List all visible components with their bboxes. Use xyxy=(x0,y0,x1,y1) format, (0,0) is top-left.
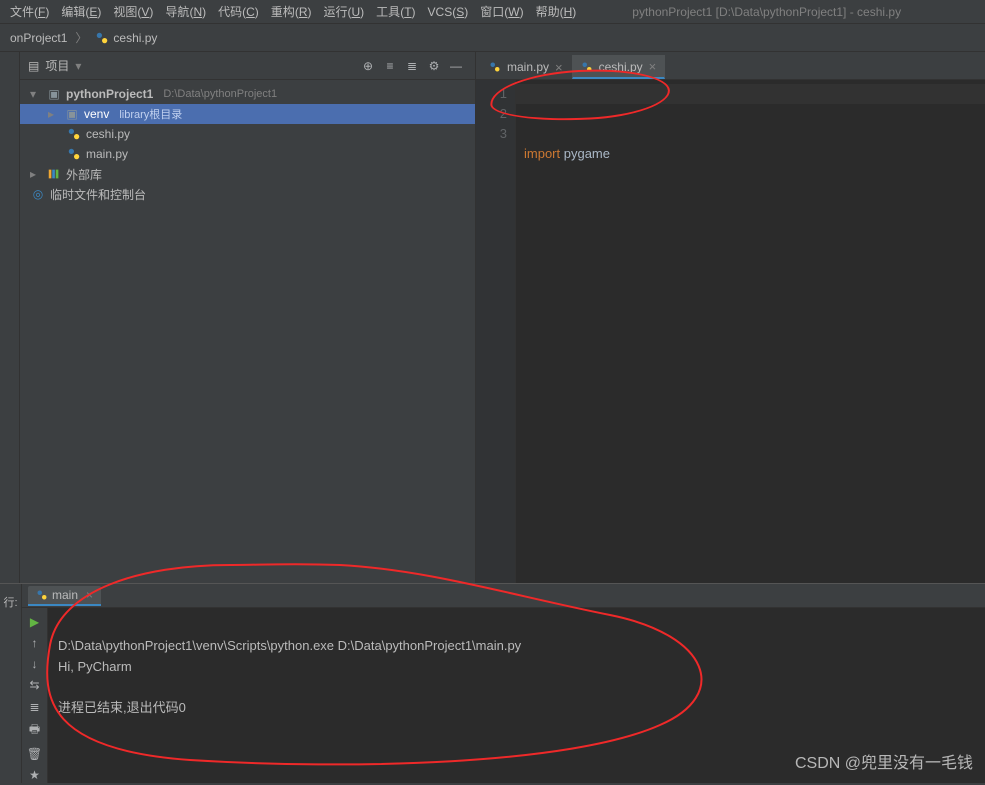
expand-arrow-icon[interactable]: ▸ xyxy=(48,107,60,121)
settings-icon[interactable]: ⚙ xyxy=(423,55,445,77)
editor-tab-main[interactable]: main.py × xyxy=(480,55,572,79)
library-icon xyxy=(46,166,62,182)
tree-file-ceshi[interactable]: ceshi.py xyxy=(20,124,475,144)
run-tab-label: main xyxy=(52,588,78,602)
menu-help[interactable]: 帮助(H) xyxy=(530,1,583,22)
tree-root-path: D:\Data\pythonProject1 xyxy=(163,88,277,100)
python-file-icon xyxy=(489,61,501,73)
run-panel: 行: main × ▶ ↑ ↓ ⇆ ≣ 🖶 🗑 ★ D:\Data\python… xyxy=(0,583,985,783)
current-line-highlight xyxy=(516,84,985,104)
run-header: main × xyxy=(22,584,985,608)
left-tool-stripe[interactable] xyxy=(0,52,20,583)
menu-window[interactable]: 窗口(W) xyxy=(474,1,529,22)
output-line: 进程已结束,退出代码0 xyxy=(58,700,186,715)
rerun-icon[interactable]: ▶ xyxy=(25,614,45,629)
menubar: 文件(F) 编辑(E) 视图(V) 导航(N) 代码(C) 重构(R) 运行(U… xyxy=(0,0,985,24)
run-tab-main[interactable]: main × xyxy=(28,586,101,606)
crumb-file-label: ceshi.py xyxy=(113,31,157,45)
tree-venv-hint: library根目录 xyxy=(119,106,182,122)
run-panel-label[interactable]: 行: xyxy=(0,584,22,783)
line-gutter: 1 2 3 xyxy=(476,80,516,583)
tree-file-label: main.py xyxy=(86,147,128,161)
run-content: main × ▶ ↑ ↓ ⇆ ≣ 🖶 🗑 ★ D:\Data\pythonPro… xyxy=(22,584,985,783)
expand-arrow-icon[interactable]: ▸ xyxy=(30,167,42,181)
crumb-file[interactable]: ceshi.py xyxy=(91,31,161,45)
close-icon[interactable]: × xyxy=(649,59,657,74)
stop-icon[interactable]: ↑ xyxy=(25,635,45,650)
locate-icon[interactable]: ⊕ xyxy=(357,55,379,77)
python-file-icon xyxy=(581,61,593,73)
run-output[interactable]: D:\Data\pythonProject1\venv\Scripts\pyth… xyxy=(48,608,985,783)
line-number: 1 xyxy=(476,84,507,104)
main-area: ▤ 项目 ▾ ⊕ ≡ ≣ ⚙ — ▾ ▣ pythonProject1 D:\D… xyxy=(0,52,985,583)
menu-code[interactable]: 代码(C) xyxy=(212,1,265,22)
tab-label: main.py xyxy=(507,60,549,74)
tree-project-root[interactable]: ▾ ▣ pythonProject1 D:\Data\pythonProject… xyxy=(20,84,475,104)
menu-file[interactable]: 文件(F) xyxy=(4,1,55,22)
tree-scratch-label: 临时文件和控制台 xyxy=(50,186,146,203)
editor-tab-ceshi[interactable]: ceshi.py × xyxy=(572,55,666,79)
menu-vcs[interactable]: VCS(S) xyxy=(422,3,475,21)
tree-file-main[interactable]: main.py xyxy=(20,144,475,164)
line-number: 3 xyxy=(476,124,507,144)
expand-arrow-icon[interactable]: ▾ xyxy=(30,87,42,101)
python-file-icon xyxy=(66,126,82,142)
menu-tools[interactable]: 工具(T) xyxy=(370,1,421,22)
tree-external-libs[interactable]: ▸ 外部库 xyxy=(20,164,475,184)
editor-tabbar: main.py × ceshi.py × xyxy=(476,52,985,80)
close-icon[interactable]: × xyxy=(555,60,563,75)
editor-area: main.py × ceshi.py × 1 2 3 import pygame xyxy=(476,52,985,583)
window-title: pythonProject1 [D:\Data\pythonProject1] … xyxy=(632,5,981,19)
run-toolbar: ▶ ↑ ↓ ⇆ ≣ 🖶 🗑 ★ xyxy=(22,608,48,783)
tree-venv-label: venv xyxy=(84,107,109,121)
project-title-label: 项目 xyxy=(45,57,69,74)
hide-icon[interactable]: — xyxy=(445,55,467,77)
project-tree[interactable]: ▾ ▣ pythonProject1 D:\Data\pythonProject… xyxy=(20,80,475,583)
scroll-end-icon[interactable]: ≣ xyxy=(25,699,45,714)
menu-navigate[interactable]: 导航(N) xyxy=(159,1,212,22)
tree-scratches[interactable]: ◎ 临时文件和控制台 xyxy=(20,184,475,204)
project-panel-header: ▤ 项目 ▾ ⊕ ≡ ≣ ⚙ — xyxy=(20,52,475,80)
more-icon[interactable]: ★ xyxy=(25,768,45,783)
delete-icon[interactable]: 🗑 xyxy=(25,746,45,761)
crumb-project[interactable]: onProject1 xyxy=(6,31,71,45)
code-content[interactable]: import pygame xyxy=(516,80,985,583)
tree-extlib-label: 外部库 xyxy=(66,166,102,183)
breadcrumb: onProject1 〉 ceshi.py xyxy=(0,24,985,52)
menu-view[interactable]: 视图(V) xyxy=(107,1,159,22)
expand-all-icon[interactable]: ≡ xyxy=(379,55,401,77)
down-icon[interactable]: ↓ xyxy=(25,657,45,672)
python-run-icon xyxy=(36,589,48,601)
code-keyword: import xyxy=(524,146,560,161)
output-line: D:\Data\pythonProject1\venv\Scripts\pyth… xyxy=(58,638,521,653)
close-icon[interactable]: × xyxy=(86,588,93,602)
python-file-icon xyxy=(66,146,82,162)
folder-icon: ▣ xyxy=(64,106,80,122)
line-number: 2 xyxy=(476,104,507,124)
breadcrumb-separator-icon: 〉 xyxy=(75,29,87,46)
scratch-icon: ◎ xyxy=(30,186,46,202)
tree-venv[interactable]: ▸ ▣ venv library根目录 xyxy=(20,104,475,124)
project-title-icon: ▤ xyxy=(28,59,39,73)
project-panel-title[interactable]: ▤ 项目 ▾ xyxy=(28,57,81,74)
folder-icon: ▣ xyxy=(46,86,62,102)
tab-label: ceshi.py xyxy=(599,60,643,74)
soft-wrap-icon[interactable]: ⇆ xyxy=(25,678,45,693)
python-file-icon xyxy=(95,31,109,45)
menu-run[interactable]: 运行(U) xyxy=(317,1,370,22)
collapse-all-icon[interactable]: ≣ xyxy=(401,55,423,77)
code-text: pygame xyxy=(560,146,610,161)
output-line: Hi, PyCharm xyxy=(58,659,132,674)
tree-file-label: ceshi.py xyxy=(86,127,130,141)
menu-edit[interactable]: 编辑(E) xyxy=(55,1,107,22)
dropdown-icon[interactable]: ▾ xyxy=(75,59,81,73)
project-panel: ▤ 项目 ▾ ⊕ ≡ ≣ ⚙ — ▾ ▣ pythonProject1 D:\D… xyxy=(20,52,476,583)
menu-refactor[interactable]: 重构(R) xyxy=(265,1,318,22)
code-editor[interactable]: 1 2 3 import pygame xyxy=(476,80,985,583)
tree-root-label: pythonProject1 xyxy=(66,87,153,101)
print-icon[interactable]: 🖶 xyxy=(25,720,45,740)
